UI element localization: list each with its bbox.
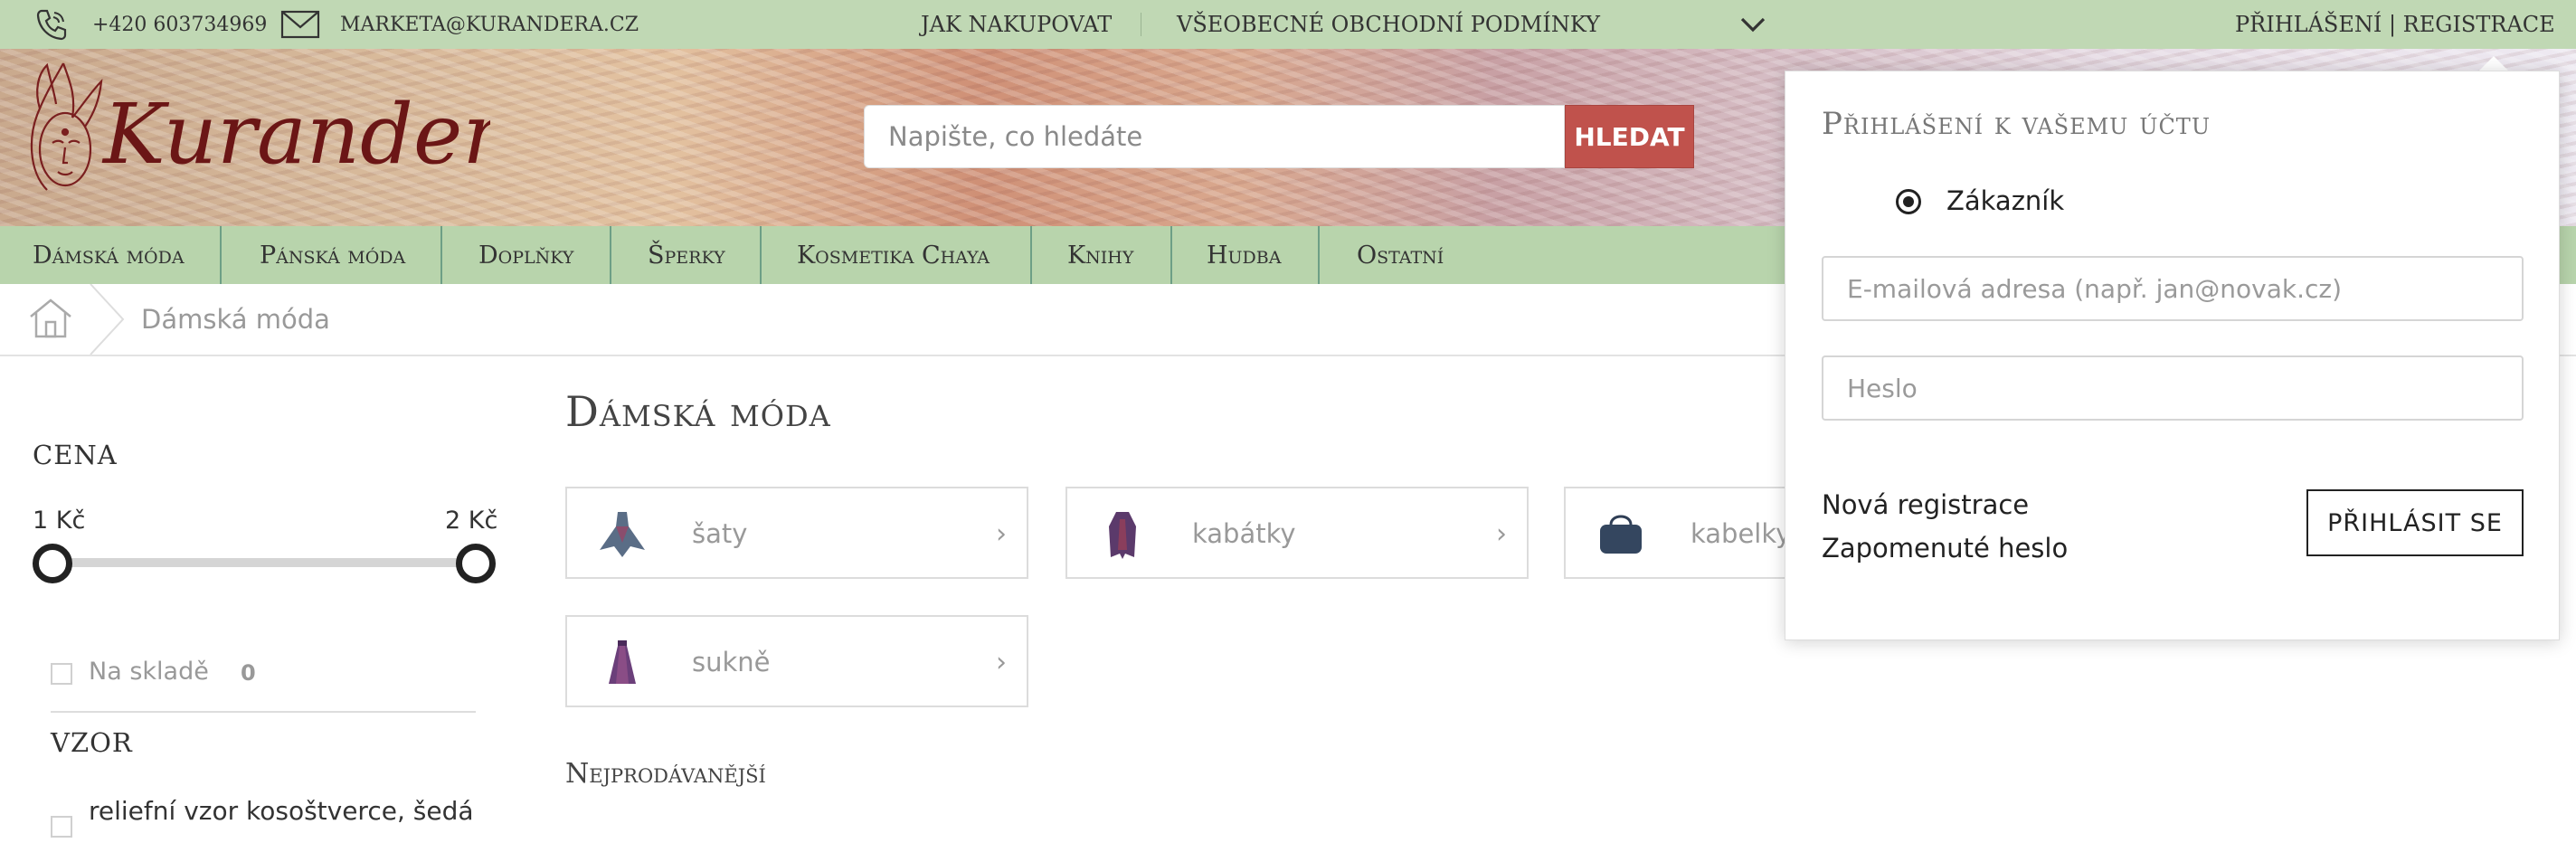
new-registration-link[interactable]: Nová registrace xyxy=(1822,489,2029,520)
nav-item-kosmetika-chaya[interactable]: Kosmetika Chaya xyxy=(797,226,990,284)
breadcrumb-current: Dámská móda xyxy=(141,304,330,335)
chevron-down-icon[interactable] xyxy=(1739,0,1766,49)
nav-item-damska-moda[interactable]: Dámská móda xyxy=(33,226,185,284)
category-name: šaty xyxy=(692,518,748,549)
price-max-value: 2 Kč xyxy=(445,507,498,535)
category-tile-saty[interactable]: šaty › xyxy=(565,487,1028,579)
forgot-password-link[interactable]: Zapomenuté heslo xyxy=(1822,533,2068,564)
email-link[interactable]: MARKETA@KURANDERA.CZ xyxy=(340,0,639,49)
chevron-right-icon: › xyxy=(996,646,1007,678)
phone-number[interactable]: +420 603734969 xyxy=(92,0,267,49)
breadcrumb-separator-icon xyxy=(90,284,125,355)
login-submit-button[interactable]: PŘIHLÁSIT SE xyxy=(2306,489,2524,556)
login-popover: Přihlášení k vašemu účtu Zákazník Nová r… xyxy=(1785,71,2560,640)
handbag-thumbnail xyxy=(1600,515,1642,554)
mail-icon xyxy=(280,0,320,49)
nav-item-panska-moda[interactable]: Pánská móda xyxy=(260,226,405,284)
nav-item-hudba[interactable]: Hudba xyxy=(1207,226,1281,284)
in-stock-count: 0 xyxy=(241,660,256,686)
category-tile-sukne[interactable]: sukně › xyxy=(565,615,1028,707)
nav-item-doplnky[interactable]: Doplňky xyxy=(478,226,573,284)
login-register-link[interactable]: PŘIHLÁŠENÍ | REGISTRACE xyxy=(2235,0,2555,49)
search-field[interactable] xyxy=(864,105,1565,168)
pattern-filter-heading: VZOR xyxy=(51,727,133,758)
login-popover-caret xyxy=(2478,56,2509,71)
how-to-buy-link[interactable]: JAK NAKUPOVAT xyxy=(921,0,1112,49)
price-slider-track[interactable] xyxy=(51,558,474,567)
nav-divider xyxy=(610,226,611,284)
chevron-right-icon: › xyxy=(1496,517,1507,550)
email-input[interactable] xyxy=(1845,272,2522,305)
page-title: Dámská móda xyxy=(565,387,831,436)
skirt-thumbnail xyxy=(609,640,636,684)
login-title: Přihlášení k vašemu účtu xyxy=(1822,106,2211,142)
password-input[interactable] xyxy=(1845,372,2522,404)
logo-wordmark: Kurandera.cz xyxy=(101,86,490,183)
bestsellers-heading: Nejprodávanější xyxy=(565,758,766,790)
phone-icon xyxy=(33,0,71,49)
price-slider-max-handle[interactable] xyxy=(456,544,496,583)
price-slider-min-handle[interactable] xyxy=(33,544,72,583)
nav-divider xyxy=(1170,226,1172,284)
nav-divider xyxy=(1318,226,1320,284)
nav-item-knihy[interactable]: Knihy xyxy=(1067,226,1133,284)
password-field[interactable] xyxy=(1822,355,2524,421)
in-stock-label[interactable]: Na skladě xyxy=(89,658,209,686)
price-filter-heading: CENA xyxy=(33,440,118,470)
terms-link[interactable]: VŠEOBECNÉ OBCHODNÍ PODMÍNKY xyxy=(1177,0,1600,49)
pattern-checkbox[interactable] xyxy=(51,816,72,838)
nav-divider xyxy=(440,226,442,284)
category-tile-kabatky[interactable]: kabátky › xyxy=(1065,487,1529,579)
nav-divider xyxy=(760,226,762,284)
top-bar: +420 603734969 MARKETA@KURANDERA.CZ JAK … xyxy=(0,0,2576,49)
category-name: sukně xyxy=(692,647,771,677)
nav-divider xyxy=(220,226,222,284)
jacket-thumbnail xyxy=(1109,512,1136,559)
nav-divider xyxy=(1030,226,1032,284)
search-input[interactable] xyxy=(886,120,1564,153)
category-name: kabátky xyxy=(1192,518,1296,549)
category-name: kabelky xyxy=(1690,518,1792,549)
chevron-right-icon: › xyxy=(996,517,1007,550)
sidebar-divider xyxy=(51,711,476,713)
pattern-option-label[interactable]: reliefní vzor kosoštverce, šedá xyxy=(89,793,487,829)
home-icon[interactable] xyxy=(27,297,74,340)
customer-radio[interactable] xyxy=(1896,189,1921,214)
search-button[interactable]: HLEDAT xyxy=(1565,105,1694,168)
customer-radio-label[interactable]: Zákazník xyxy=(1946,185,2064,216)
in-stock-checkbox[interactable] xyxy=(51,663,72,685)
dress-thumbnail xyxy=(600,512,645,557)
email-field[interactable] xyxy=(1822,256,2524,321)
site-logo[interactable]: Kurandera.cz xyxy=(20,54,490,217)
nav-item-ostatni[interactable]: Ostatní xyxy=(1357,226,1444,284)
nav-item-sperky[interactable]: Šperky xyxy=(648,226,725,284)
price-min-value: 1 Kč xyxy=(33,507,86,535)
